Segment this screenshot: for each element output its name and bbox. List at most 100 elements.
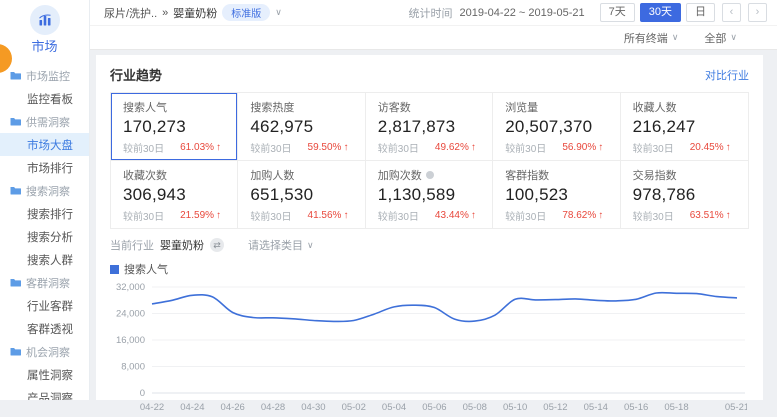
metric-card-5[interactable]: 收藏次数306,943较前30日21.59%↑ xyxy=(111,161,238,228)
metric-card-2[interactable]: 访客数2,817,873较前30日49.62%↑ xyxy=(366,93,493,161)
compare-period-label: 较前30日 xyxy=(378,140,419,155)
range-button-7天[interactable]: 7天 xyxy=(600,3,635,22)
app-logo[interactable]: 市场 xyxy=(0,0,89,55)
x-tick-label: 04-30 xyxy=(301,402,325,413)
metric-card-3[interactable]: 浏览量20,507,370较前30日56.90%↑ xyxy=(493,93,620,161)
change-percent: 21.59% xyxy=(180,210,214,221)
metric-label: 客群指数 xyxy=(505,167,607,183)
topbar: 尿片/洗护.. » 婴童奶粉 标准版 ∨ 统计时间 2019-04-22 ~ 2… xyxy=(90,0,777,26)
up-arrow-icon: ↑ xyxy=(343,210,348,221)
compare-industry-link[interactable]: 对比行业 xyxy=(705,67,749,83)
panel-header: 行业趋势 对比行业 xyxy=(110,65,749,84)
range-buttons: 7天 30天日 xyxy=(600,3,715,22)
sidebar-item-市场排行[interactable]: 市场排行 xyxy=(0,156,89,179)
up-arrow-icon: ↑ xyxy=(726,210,731,221)
sidebar-group-label: 市场监控 xyxy=(26,68,70,84)
metric-value: 306,943 xyxy=(123,185,225,205)
metric-card-6[interactable]: 加购人数651,530较前30日41.56%↑ xyxy=(238,161,365,228)
x-tick-label: 05-08 xyxy=(463,402,487,413)
metric-value: 462,975 xyxy=(250,117,352,137)
sidebar-item-搜索分析[interactable]: 搜索分析 xyxy=(0,225,89,248)
breadcrumb: 尿片/洗护.. » 婴童奶粉 标准版 ∨ xyxy=(104,4,282,21)
trend-line xyxy=(152,293,737,322)
sidebar-item-市场大盘[interactable]: 市场大盘 xyxy=(0,133,89,156)
date-controls: 统计时间 2019-04-22 ~ 2019-05-21 7天30天日 ‹ › xyxy=(409,3,767,22)
metric-card-7[interactable]: 加购次数1,130,589较前30日43.44%↑ xyxy=(366,161,493,228)
sidebar-group-label: 供需洞察 xyxy=(26,114,70,130)
metrics-grid: 搜索人气170,273较前30日61.03%↑搜索热度462,975较前30日5… xyxy=(110,92,749,229)
change-percent: 41.56% xyxy=(308,210,342,221)
metric-label: 浏览量 xyxy=(505,99,607,115)
current-industry-value: 婴童奶粉 xyxy=(160,237,204,253)
metric-value: 100,523 xyxy=(505,185,607,205)
metric-compare: 较前30日41.56%↑ xyxy=(250,208,352,223)
switch-industry-icon[interactable]: ⇄ xyxy=(210,238,224,252)
metric-card-0[interactable]: 搜索人气170,273较前30日61.03%↑ xyxy=(111,93,238,161)
sidebar-group-label: 客群洞察 xyxy=(26,275,70,291)
x-tick-label: 05-18 xyxy=(664,402,688,413)
change-percent: 78.62% xyxy=(562,210,596,221)
breadcrumb-current[interactable]: 婴童奶粉 xyxy=(173,5,217,21)
sidebar-item-监控看板[interactable]: 监控看板 xyxy=(0,87,89,110)
folder-icon xyxy=(10,278,21,287)
metric-value: 216,247 xyxy=(633,117,736,137)
sidebar-group-label: 搜索洞察 xyxy=(26,183,70,199)
trend-chart-svg: 08,00016,00024,00032,00004-2204-2404-260… xyxy=(110,279,747,417)
panel-title: 行业趋势 xyxy=(110,65,162,84)
chevron-down-icon: ∨ xyxy=(307,240,314,251)
sidebar-group-3[interactable]: 客群洞察 xyxy=(0,271,89,294)
up-arrow-icon: ↑ xyxy=(471,142,476,153)
metric-card-9[interactable]: 交易指数978,786较前30日63.51%↑ xyxy=(621,161,748,228)
x-tick-label: 05-06 xyxy=(422,402,446,413)
sidebar-item-行业客群[interactable]: 行业客群 xyxy=(0,294,89,317)
range-button-30天[interactable]: 30天 xyxy=(640,3,681,22)
x-tick-label: 04-28 xyxy=(261,402,285,413)
sidebar-group-1[interactable]: 供需洞察 xyxy=(0,110,89,133)
sidebar-group-2[interactable]: 搜索洞察 xyxy=(0,179,89,202)
sidebar-item-属性洞察[interactable]: 属性洞察 xyxy=(0,363,89,386)
y-tick-label: 32,000 xyxy=(116,282,145,293)
metric-label: 加购人数 xyxy=(250,167,352,183)
folder-icon xyxy=(10,71,21,80)
current-industry-label: 当前行业 xyxy=(110,237,154,253)
sidebar-item-产品洞察[interactable]: 产品洞察 xyxy=(0,386,89,400)
metric-compare: 较前30日59.50%↑ xyxy=(250,140,352,155)
range-button-日[interactable]: 日 xyxy=(686,3,715,22)
compare-period-label: 较前30日 xyxy=(505,140,546,155)
legend-label: 搜索人气 xyxy=(124,261,168,277)
terminal-select-value: 所有终端 xyxy=(624,30,668,46)
scope-select[interactable]: 全部 ∨ xyxy=(704,30,737,46)
metric-value: 2,817,873 xyxy=(378,117,480,137)
compare-period-label: 较前30日 xyxy=(123,140,164,155)
chart-legend: 搜索人气 xyxy=(110,261,749,277)
market-dashboard: 市场 市场监控监控看板供需洞察市场大盘市场排行搜索洞察搜索排行搜索分析搜索人群客… xyxy=(0,0,777,400)
folder-icon xyxy=(10,186,21,195)
x-tick-label: 05-14 xyxy=(584,402,608,413)
breadcrumb-parent[interactable]: 尿片/洗护.. xyxy=(104,5,157,21)
sidebar-item-搜索排行[interactable]: 搜索排行 xyxy=(0,202,89,225)
metric-card-1[interactable]: 搜索热度 462,975 较前30日59.50%↑ xyxy=(238,93,365,161)
change-percent: 56.90% xyxy=(562,142,596,153)
metric-card-4[interactable]: 收藏人数216,247较前30日20.45%↑ xyxy=(621,93,748,161)
metric-label: 加购次数 xyxy=(378,167,480,183)
chevron-down-icon[interactable]: ∨ xyxy=(275,7,282,18)
y-tick-label: 16,000 xyxy=(116,335,145,346)
main-area: 尿片/洗护.. » 婴童奶粉 标准版 ∨ 统计时间 2019-04-22 ~ 2… xyxy=(90,0,777,400)
up-arrow-icon: ↑ xyxy=(598,210,603,221)
sidebar-group-0[interactable]: 市场监控 xyxy=(0,64,89,87)
sidebar-item-搜索人群[interactable]: 搜索人群 xyxy=(0,248,89,271)
prev-period-button[interactable]: ‹ xyxy=(722,3,741,22)
terminal-select[interactable]: 所有终端 ∨ xyxy=(624,30,679,46)
scope-select-value: 全部 xyxy=(704,30,726,46)
metric-label: 搜索热度 xyxy=(250,99,352,115)
sidebar-item-客群透视[interactable]: 客群透视 xyxy=(0,317,89,340)
next-period-button[interactable]: › xyxy=(748,3,767,22)
category-select[interactable]: 请选择类目 ∨ xyxy=(248,237,314,253)
category-select-placeholder: 请选择类目 xyxy=(248,237,303,253)
sidebar-group-4[interactable]: 机会洞察 xyxy=(0,340,89,363)
metric-card-8[interactable]: 客群指数100,523较前30日78.62%↑ xyxy=(493,161,620,228)
compare-period-label: 较前30日 xyxy=(378,208,419,223)
up-arrow-icon: ↑ xyxy=(216,210,221,221)
info-icon[interactable] xyxy=(426,171,434,179)
sidebar-group-label: 机会洞察 xyxy=(26,344,70,360)
